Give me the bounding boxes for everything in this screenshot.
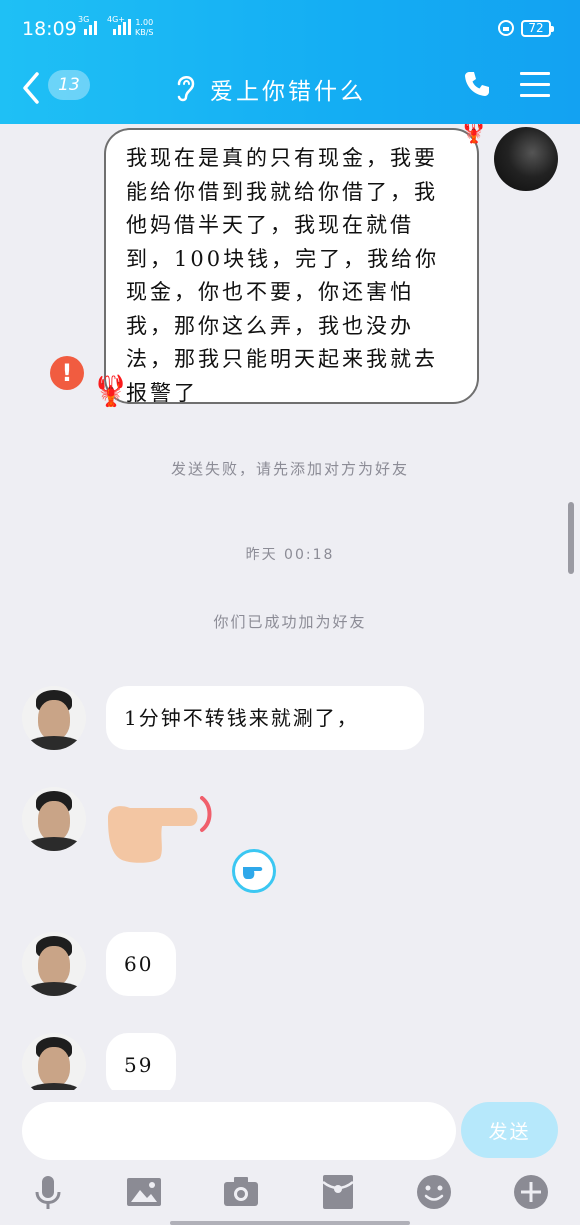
nav-bar: 13 爱上你错什么: [0, 60, 580, 124]
contact-avatar[interactable]: [22, 1033, 86, 1090]
outgoing-message-text: 我现在是真的只有现金，我要能给你借到我就给你借了，我他妈借半天了，我现在就借到，…: [126, 146, 440, 405]
send-button[interactable]: 发送: [461, 1102, 558, 1158]
lock-icon: [498, 20, 514, 36]
emoji-icon[interactable]: [414, 1172, 454, 1212]
lobster-icon: 🦞: [92, 374, 130, 409]
phone-icon[interactable]: [463, 70, 491, 98]
home-indicator: [170, 1221, 410, 1225]
plus-icon[interactable]: [511, 1172, 551, 1212]
menu-icon[interactable]: [520, 70, 550, 98]
incoming-message-bubble[interactable]: 60: [106, 932, 176, 996]
network-speed-unit: KB/S: [135, 28, 154, 37]
message-timestamp: 昨天 00:18: [245, 547, 335, 563]
sticker-emoji-icon[interactable]: [232, 849, 276, 893]
contact-avatar[interactable]: [22, 686, 86, 750]
chat-title: 爱上你错什么: [210, 79, 366, 105]
chat-title-area[interactable]: 爱上你错什么: [170, 68, 410, 108]
incoming-message-text: 60: [124, 952, 154, 976]
chat-header: 18:09 3G 4G+ 1.00 KB/S 72 13 爱上你错什么: [0, 0, 580, 124]
incoming-message-text: 1分钟不转钱来就涮了，: [124, 706, 359, 730]
my-avatar[interactable]: [494, 127, 558, 191]
microphone-icon[interactable]: [28, 1172, 68, 1212]
incoming-message-text: 59: [124, 1053, 154, 1077]
red-packet-icon[interactable]: [318, 1172, 358, 1212]
message-input[interactable]: [22, 1102, 456, 1160]
pointing-finger-icon[interactable]: [102, 796, 222, 866]
signal-icon: 4G+: [107, 15, 133, 35]
camera-icon[interactable]: [221, 1172, 261, 1212]
back-button[interactable]: 13: [22, 68, 92, 108]
incoming-message-bubble[interactable]: 1分钟不转钱来就涮了，: [106, 686, 424, 750]
battery-icon: 72: [521, 20, 554, 37]
chevron-left-icon: [23, 72, 39, 104]
input-area: 发送: [0, 1090, 580, 1225]
status-time: 18:09: [22, 18, 77, 40]
network-speed-value: 1.00: [135, 18, 154, 27]
unread-count-badge: 13: [48, 70, 90, 100]
signal-type-label: 3G: [78, 15, 90, 24]
incoming-message-bubble[interactable]: 59: [106, 1033, 176, 1090]
send-failed-notice: 发送失败，请先添加对方为好友: [170, 460, 409, 478]
network-speed: 1.00 KB/S: [135, 18, 154, 38]
outgoing-message-bubble[interactable]: 我现在是真的只有现金，我要能给你借到我就给你借了，我他妈借半天了，我现在就借到，…: [104, 128, 479, 405]
chat-message-list[interactable]: 我现在是真的只有现金，我要能给你借到我就给你借了，我他妈借半天了，我现在就借到，…: [0, 124, 580, 1090]
friend-added-notice: 你们已成功加为好友: [213, 613, 367, 631]
status-bar: 18:09 3G 4G+ 1.00 KB/S 72: [0, 0, 580, 60]
signal-icon: 3G: [78, 15, 100, 35]
pointing-hand-icon: [243, 867, 263, 879]
lobster-icon: 🦞: [460, 124, 488, 145]
image-icon[interactable]: [124, 1172, 164, 1212]
ear-icon: [177, 76, 195, 102]
error-icon[interactable]: !: [50, 356, 84, 390]
scrollbar-thumb[interactable]: [568, 502, 574, 574]
contact-avatar[interactable]: [22, 932, 86, 996]
contact-avatar[interactable]: [22, 787, 86, 851]
